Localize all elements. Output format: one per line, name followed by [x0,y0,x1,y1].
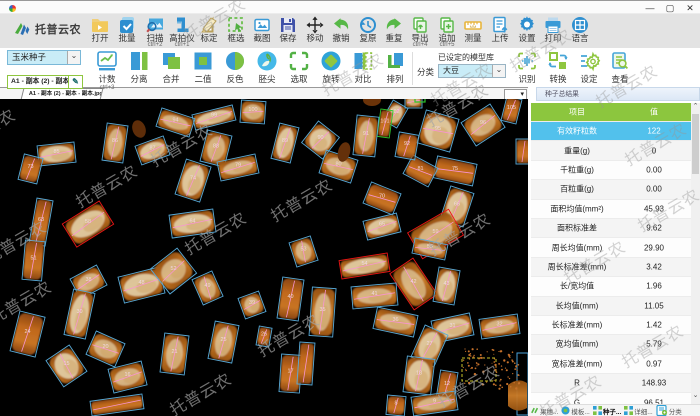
svg-text:105: 105 [507,105,516,111]
svg-text:35: 35 [319,307,325,313]
svg-text:26: 26 [261,332,267,338]
svg-text:53: 53 [300,247,306,253]
svg-text:18: 18 [416,371,422,377]
svg-text:40: 40 [287,294,293,300]
svg-text:43: 43 [443,281,449,287]
svg-text:64: 64 [189,219,195,225]
svg-text:63: 63 [38,217,44,223]
svg-text:81: 81 [417,166,423,172]
svg-text:21: 21 [171,349,177,355]
svg-text:42: 42 [410,279,416,285]
svg-text:80: 80 [335,162,341,168]
svg-text:51: 51 [30,256,36,262]
svg-text:52: 52 [170,266,176,272]
svg-text:73: 73 [27,164,33,170]
svg-text:31: 31 [449,323,455,329]
svg-text:9: 9 [433,399,436,405]
svg-text:96: 96 [480,120,486,126]
svg-text:94: 94 [172,118,178,124]
svg-text:58: 58 [85,219,91,225]
svg-text:17: 17 [287,369,293,375]
svg-text:38: 38 [85,277,91,283]
svg-text:87: 87 [149,146,155,152]
svg-text:30: 30 [76,309,82,315]
svg-text:100: 100 [248,107,257,113]
svg-text:89: 89 [282,138,288,144]
svg-text:91: 91 [363,131,369,137]
svg-text:92: 92 [404,141,410,147]
svg-text:55: 55 [427,244,433,250]
svg-text:102: 102 [390,109,399,115]
svg-text:95: 95 [435,126,441,132]
svg-text:74: 74 [190,176,196,182]
svg-text:65: 65 [379,222,385,228]
svg-text:36: 36 [392,317,398,323]
svg-text:54: 54 [361,261,367,267]
svg-text:MM: MM [470,24,477,29]
svg-text:8: 8 [394,401,397,407]
svg-text:39: 39 [249,300,255,306]
svg-text:75: 75 [452,166,458,172]
svg-text:27: 27 [426,341,432,347]
svg-text:88: 88 [213,144,219,150]
svg-text:25: 25 [220,337,226,343]
svg-text:49: 49 [204,283,210,289]
svg-text:16: 16 [124,372,130,378]
svg-text:70: 70 [379,194,385,200]
svg-text:86: 86 [112,138,118,144]
svg-text:90: 90 [317,135,323,141]
svg-text:66: 66 [454,202,460,208]
svg-text:101: 101 [380,119,389,125]
svg-text:20: 20 [102,344,108,350]
svg-text:59: 59 [432,229,438,235]
svg-text:79: 79 [235,163,241,169]
svg-text:48: 48 [138,280,144,286]
svg-text:99: 99 [211,113,217,119]
svg-text:85: 85 [53,149,59,155]
svg-text:12: 12 [444,381,450,387]
svg-text:41: 41 [371,291,377,297]
svg-text:32: 32 [496,322,502,328]
svg-text:24: 24 [24,329,30,335]
svg-text:15: 15 [63,361,69,367]
